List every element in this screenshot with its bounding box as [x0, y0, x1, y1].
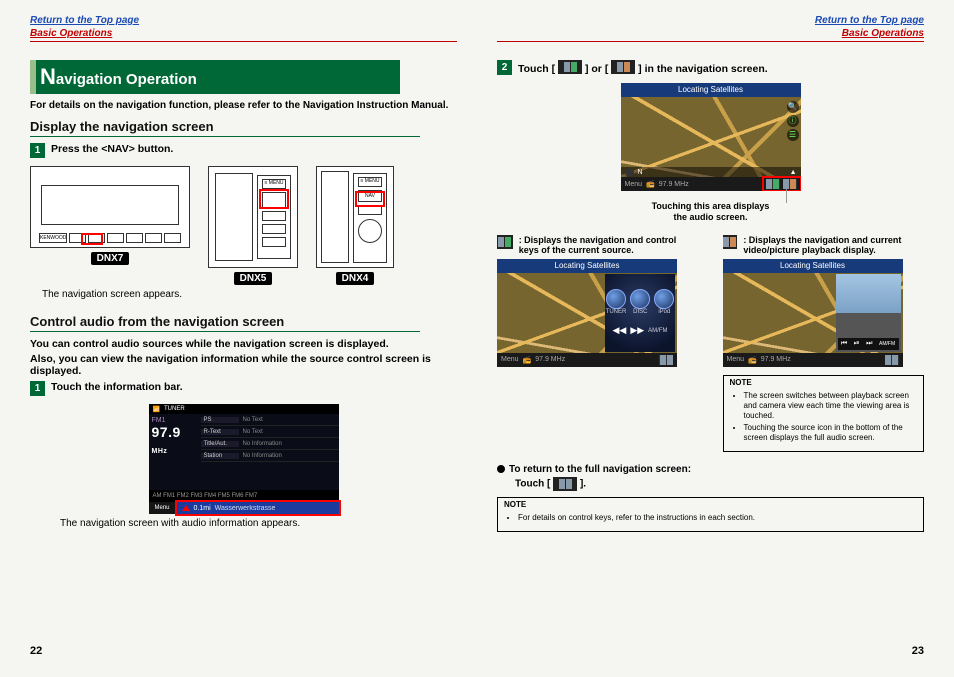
heading-display-nav: Display the navigation screen — [30, 119, 457, 134]
control-para-2: Also, you can view the navigation inform… — [30, 353, 457, 377]
nav-map-with-video-panel: Locating Satellites ⏮ ⏯ ⏭ AM/FM Menu — [723, 259, 903, 367]
source-panel[interactable]: TUNER DISC iPod ◀◀ ▶▶ AM/FM — [605, 274, 675, 352]
dual-screen-video-icon — [611, 60, 635, 74]
step-number-1a: 1 — [30, 143, 45, 158]
basic-ops-link-right[interactable]: Basic Operations — [842, 28, 924, 39]
caption-nav-audio: The navigation screen with audio informa… — [60, 518, 457, 529]
top-nav-right: Return to the Top page Basic Operations — [497, 14, 924, 42]
bullet-icon — [497, 465, 505, 473]
device-dnx4-diagram: ≡ MENU NAV — [316, 166, 394, 268]
caption-nav-appears: The navigation screen appears. — [42, 289, 457, 300]
return-full-nav-line: To return to the full navigation screen: — [497, 464, 924, 475]
step-2-touch-icons: 2 Touch [ ] or [ ] in the navigation scr… — [497, 60, 924, 75]
nav-map-with-source-panel: Locating Satellites TUNER DISC iPod ◀◀ ▶… — [497, 259, 677, 367]
page-number-left: 22 — [30, 645, 42, 657]
step-1-touch-info-bar: 1 Touch the information bar. — [30, 381, 457, 396]
page-left: Return to the Top page Basic Operations … — [30, 14, 457, 657]
top-nav-left: Return to the Top page Basic Operations — [30, 14, 457, 42]
dnx4-badge: DNX4 — [336, 272, 375, 285]
page-number-right: 23 — [912, 645, 924, 657]
step-number-1b: 1 — [30, 381, 45, 396]
info-bar-highlight — [175, 500, 341, 516]
icon-def-audio: : Displays the navigation and control ke… — [497, 235, 699, 255]
dnx5-badge: DNX5 — [234, 272, 273, 285]
step-number-2: 2 — [497, 60, 512, 75]
dnx7-badge: DNX7 — [91, 252, 130, 265]
nav-map-large: Locating Satellites 🔍ⓘ☰ N ▲ Menu 📻 97.9 … — [621, 83, 801, 191]
note-box-2: NOTE For details on control keys, refer … — [497, 497, 924, 532]
nav-button-highlight-dnx7 — [81, 233, 103, 245]
step-1-press-nav: 1 Press the <NAV> button. — [30, 143, 457, 158]
control-para-1: You can control audio sources while the … — [30, 338, 457, 350]
tuner-screenshot: 📶TUNER FM1 97.9 MHz PSNo Text R-TextNo T… — [149, 404, 339, 514]
basic-ops-link-left[interactable]: Basic Operations — [30, 28, 112, 39]
video-playback-panel[interactable]: ⏮ ⏯ ⏭ AM/FM — [836, 274, 901, 352]
icon-def-video: : Displays the navigation and current vi… — [723, 235, 925, 255]
heading-control-audio: Control audio from the navigation screen — [30, 314, 457, 329]
return-top-link-left[interactable]: Return to the Top page — [30, 15, 139, 26]
full-nav-icon — [553, 477, 577, 491]
nav-button-highlight-dnx5 — [259, 189, 289, 209]
page-right: Return to the Top page Basic Operations … — [497, 14, 924, 657]
section-title-bar: Navigation Operation — [30, 60, 400, 94]
note-box-1: NOTE The screen switches between playbac… — [723, 375, 925, 452]
return-top-link-right[interactable]: Return to the Top page — [815, 15, 924, 26]
device-dnx7-diagram: KENWOOD — [30, 166, 190, 248]
device-diagrams: KENWOOD DNX7 ≡ MENU — [30, 166, 457, 285]
nav-button-highlight-dnx4 — [355, 191, 385, 207]
device-dnx5-diagram: ≡ MENU — [208, 166, 298, 268]
touch-area-caption: Touching this area displaysthe audio scr… — [652, 201, 770, 223]
section-detail-note: For details on the navigation function, … — [30, 100, 457, 111]
footer-icons-highlight — [762, 176, 801, 191]
dual-screen-audio-icon — [558, 60, 582, 74]
